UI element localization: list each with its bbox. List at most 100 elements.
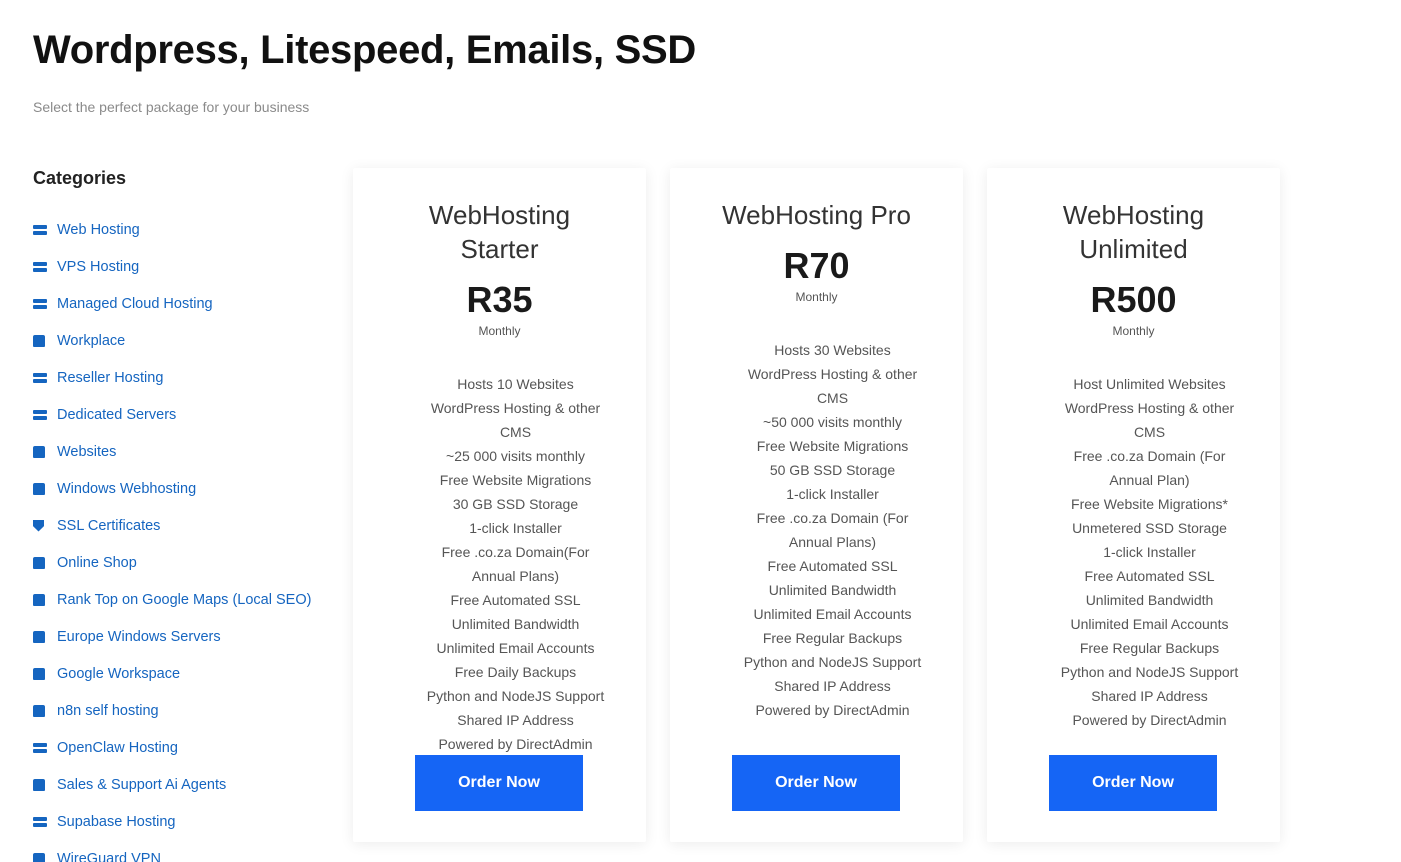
sidebar-item-label: Online Shop [57,554,137,571]
feature-item: Free Automated SSL [1084,568,1215,584]
feature-item: Unmetered SSD Storage [1072,520,1227,536]
feature-item: Free Website Migrations [439,472,592,488]
box-icon [33,334,57,347]
sidebar-item[interactable]: Managed Cloud Hosting [33,285,333,322]
sidebar-item-label: Rank Top on Google Maps (Local SEO) [57,591,312,608]
feature-item: Free Website Migrations [756,438,909,454]
feature-item: Free Automated SSL [767,558,898,574]
shield-icon [33,519,57,532]
sidebar-item-label: n8n self hosting [57,702,159,719]
sidebar-item-label: Reseller Hosting [57,369,164,386]
sidebar-item-label: Managed Cloud Hosting [57,295,213,312]
feature-item: Free .co.za Domain(For Annual Plans) [441,544,590,584]
feature-item: 1-click Installer [786,486,879,502]
feature-item: Unlimited Bandwidth [451,616,580,632]
sidebar-item[interactable]: Online Shop [33,544,333,581]
feature-item: Host Unlimited Websites [1073,376,1226,392]
plan-period: Monthly [478,324,521,338]
sidebar-item[interactable]: Web Hosting [33,211,333,248]
feature-item: Shared IP Address [457,712,574,728]
server-icon [33,742,57,753]
plan-period: Monthly [795,290,838,304]
feature-item: Free Regular Backups [1079,640,1220,656]
sidebar-item-label: Supabase Hosting [57,813,176,830]
sidebar-item-label: VPS Hosting [57,258,140,275]
plan-features: Host Unlimited Websites WordPress Hosting… [987,372,1280,732]
feature-item: Unlimited Email Accounts [1070,616,1229,632]
category-list: Web Hosting VPS Hosting Managed Cloud Host… [33,211,333,862]
sidebar-item[interactable]: Windows Webhosting [33,470,333,507]
feature-item: ~25 000 visits monthly [446,448,585,464]
plan-period: Monthly [1112,324,1155,338]
feature-item: WordPress Hosting & other CMS [747,366,918,406]
sidebar-item[interactable]: Dedicated Servers [33,396,333,433]
sidebar-item[interactable]: Reseller Hosting [33,359,333,396]
box-icon [33,778,57,791]
feature-item: 1-click Installer [1103,544,1196,560]
sidebar-item[interactable]: Workplace [33,322,333,359]
plan-card-pro: WebHosting Pro R70 Monthly Hosts 30 Webs… [670,168,963,842]
feature-item: Free .co.za Domain (For Annual Plan) [1073,448,1226,488]
page-subtitle: Select the perfect package for your busi… [33,99,310,115]
feature-item: Shared IP Address [1091,688,1208,704]
server-icon [33,816,57,827]
sidebar-item[interactable]: Supabase Hosting [33,803,333,840]
feature-item: Free Website Migrations* [1071,496,1228,512]
sidebar-item-label: Websites [57,443,117,460]
feature-item: Python and NodeJS Support [1060,664,1239,680]
feature-item: Powered by DirectAdmin [1072,712,1227,728]
plan-price: R70 [783,245,850,286]
box-icon [33,593,57,606]
feature-item: Hosts 30 Websites [774,342,891,358]
sidebar-item[interactable]: Europe Windows Servers [33,618,333,655]
feature-item: Free Automated SSL [450,592,581,608]
feature-item: Hosts 10 Websites [457,376,574,392]
feature-item: WordPress Hosting & other CMS [430,400,601,440]
plan-name: WebHosting Pro [722,200,911,230]
plan-features: Hosts 30 Websites WordPress Hosting & oth… [670,338,963,722]
sidebar-item-label: Workplace [57,332,126,349]
box-icon [33,704,57,717]
feature-item: Unlimited Email Accounts [436,640,595,656]
sidebar-item-label: Dedicated Servers [57,406,177,423]
box-icon [33,556,57,569]
sidebar-item-label: Web Hosting [57,221,140,238]
plan-name: WebHosting Starter [428,200,571,264]
plan-card-starter: WebHosting Starter R35 Monthly Hosts 10 … [353,168,646,842]
plan-card-unlimited: WebHosting Unlimited R500 Monthly Host U… [987,168,1280,842]
server-icon [33,224,57,235]
order-now-button[interactable]: Order Now [415,755,583,811]
box-icon [33,482,57,495]
feature-item: 30 GB SSD Storage [452,496,579,512]
sidebar-item-label: Google Workspace [57,665,181,682]
sidebar-item-label: Sales & Support Ai Agents [57,776,227,793]
sidebar-item-label: Windows Webhosting [57,480,197,497]
feature-item: 50 GB SSD Storage [769,462,896,478]
sidebar-item-label: Europe Windows Servers [57,628,221,645]
sidebar-item[interactable]: SSL Certificates [33,507,333,544]
sidebar-item[interactable]: Rank Top on Google Maps (Local SEO) [33,581,333,618]
feature-item: Powered by DirectAdmin [438,736,593,752]
feature-item: Unlimited Bandwidth [1085,592,1214,608]
feature-item: Python and NodeJS Support [426,688,605,704]
feature-item: Python and NodeJS Support [743,654,922,670]
feature-item: Free Daily Backups [454,664,577,680]
order-now-button[interactable]: Order Now [732,755,900,811]
order-now-button[interactable]: Order Now [1049,755,1217,811]
sidebar-item[interactable]: Websites [33,433,333,470]
sidebar-heading: Categories [33,168,127,188]
sidebar-item[interactable]: Sales & Support Ai Agents [33,766,333,803]
sidebar-item[interactable]: n8n self hosting [33,692,333,729]
server-icon [33,409,57,420]
sidebar-item[interactable]: Google Workspace [33,655,333,692]
server-icon [33,372,57,383]
plan-name: WebHosting Unlimited [1062,200,1205,264]
feature-item: Free .co.za Domain (For Annual Plans) [756,510,909,550]
box-icon [33,852,57,862]
server-icon [33,298,57,309]
feature-item: Unlimited Email Accounts [753,606,912,622]
sidebar-item[interactable]: VPS Hosting [33,248,333,285]
sidebar-item[interactable]: WireGuard VPN [33,840,333,862]
feature-item: Free Regular Backups [762,630,903,646]
sidebar-item[interactable]: OpenClaw Hosting [33,729,333,766]
